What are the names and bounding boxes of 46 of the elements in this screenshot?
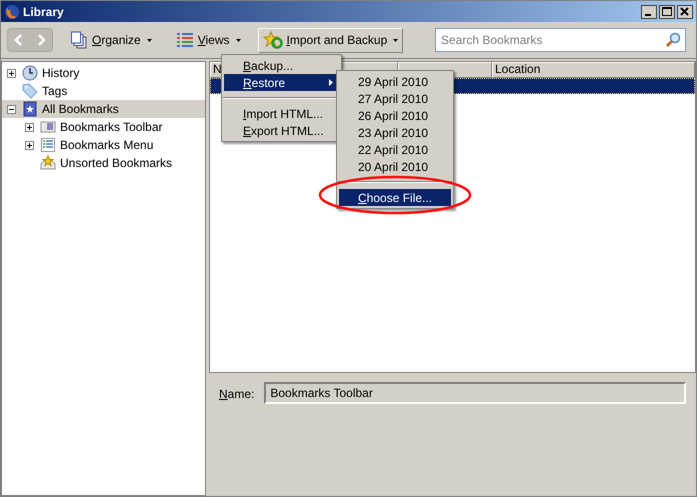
menu-item[interactable]: 29 April 2010 (339, 73, 451, 90)
pages-icon (70, 31, 88, 49)
menu-item[interactable]: 20 April 2010 (339, 158, 451, 175)
toolbar-button[interactable]: Import and Backup (258, 28, 404, 52)
book-icon (22, 101, 38, 117)
close-icon[interactable] (677, 4, 693, 18)
tree-item[interactable]: Bookmarks Menu (2, 136, 205, 154)
tag-icon (22, 83, 38, 99)
star-refresh-icon (262, 31, 283, 49)
menu-item[interactable]: 23 April 2010 (339, 124, 451, 141)
menu-item[interactable]: Backup... (224, 57, 339, 74)
minimize-icon[interactable] (641, 4, 657, 18)
menu-folder-icon (40, 137, 56, 153)
clock-icon (22, 65, 38, 81)
menu-item[interactable]: Restore (224, 74, 339, 91)
search-icon (665, 32, 681, 48)
name-label: Name: (219, 386, 254, 403)
menu-item[interactable]: Export HTML... (224, 122, 339, 139)
tree-item[interactable]: Bookmarks Toolbar (2, 118, 205, 136)
caret-icon (393, 38, 398, 42)
menu-item[interactable]: 27 April 2010 (339, 90, 451, 107)
toolbar-button[interactable]: Organize (65, 28, 157, 52)
tree-item[interactable]: All Bookmarks (2, 100, 205, 118)
collapse-icon[interactable] (7, 104, 16, 114)
tree-item[interactable]: Tags (2, 82, 205, 100)
tree-item[interactable]: History (2, 64, 205, 82)
tray-star-icon (40, 155, 56, 171)
tree-item[interactable]: Unsorted Bookmarks (2, 154, 205, 172)
column-header[interactable]: Location (492, 62, 695, 78)
window-title: Library (23, 4, 64, 20)
expand-icon[interactable] (7, 68, 16, 78)
search-field[interactable]: Search Bookmarks (435, 28, 686, 52)
maximize-icon[interactable] (659, 4, 675, 18)
toolbar-folder-icon (40, 119, 56, 135)
menu-item[interactable]: 22 April 2010 (339, 141, 451, 158)
menu-item[interactable]: Import HTML... (224, 105, 339, 122)
toolbar-button[interactable]: Views (170, 28, 246, 52)
caret-icon (236, 38, 241, 42)
list-icon (176, 32, 194, 48)
menu-item[interactable]: Choose File... (339, 189, 451, 206)
caret-icon (146, 38, 152, 42)
expand-icon[interactable] (25, 140, 34, 150)
expand-icon[interactable] (25, 122, 34, 132)
firefox-icon (4, 4, 20, 20)
menu-item[interactable]: 26 April 2010 (339, 107, 451, 124)
name-field[interactable]: Bookmarks Toolbar (264, 382, 686, 404)
